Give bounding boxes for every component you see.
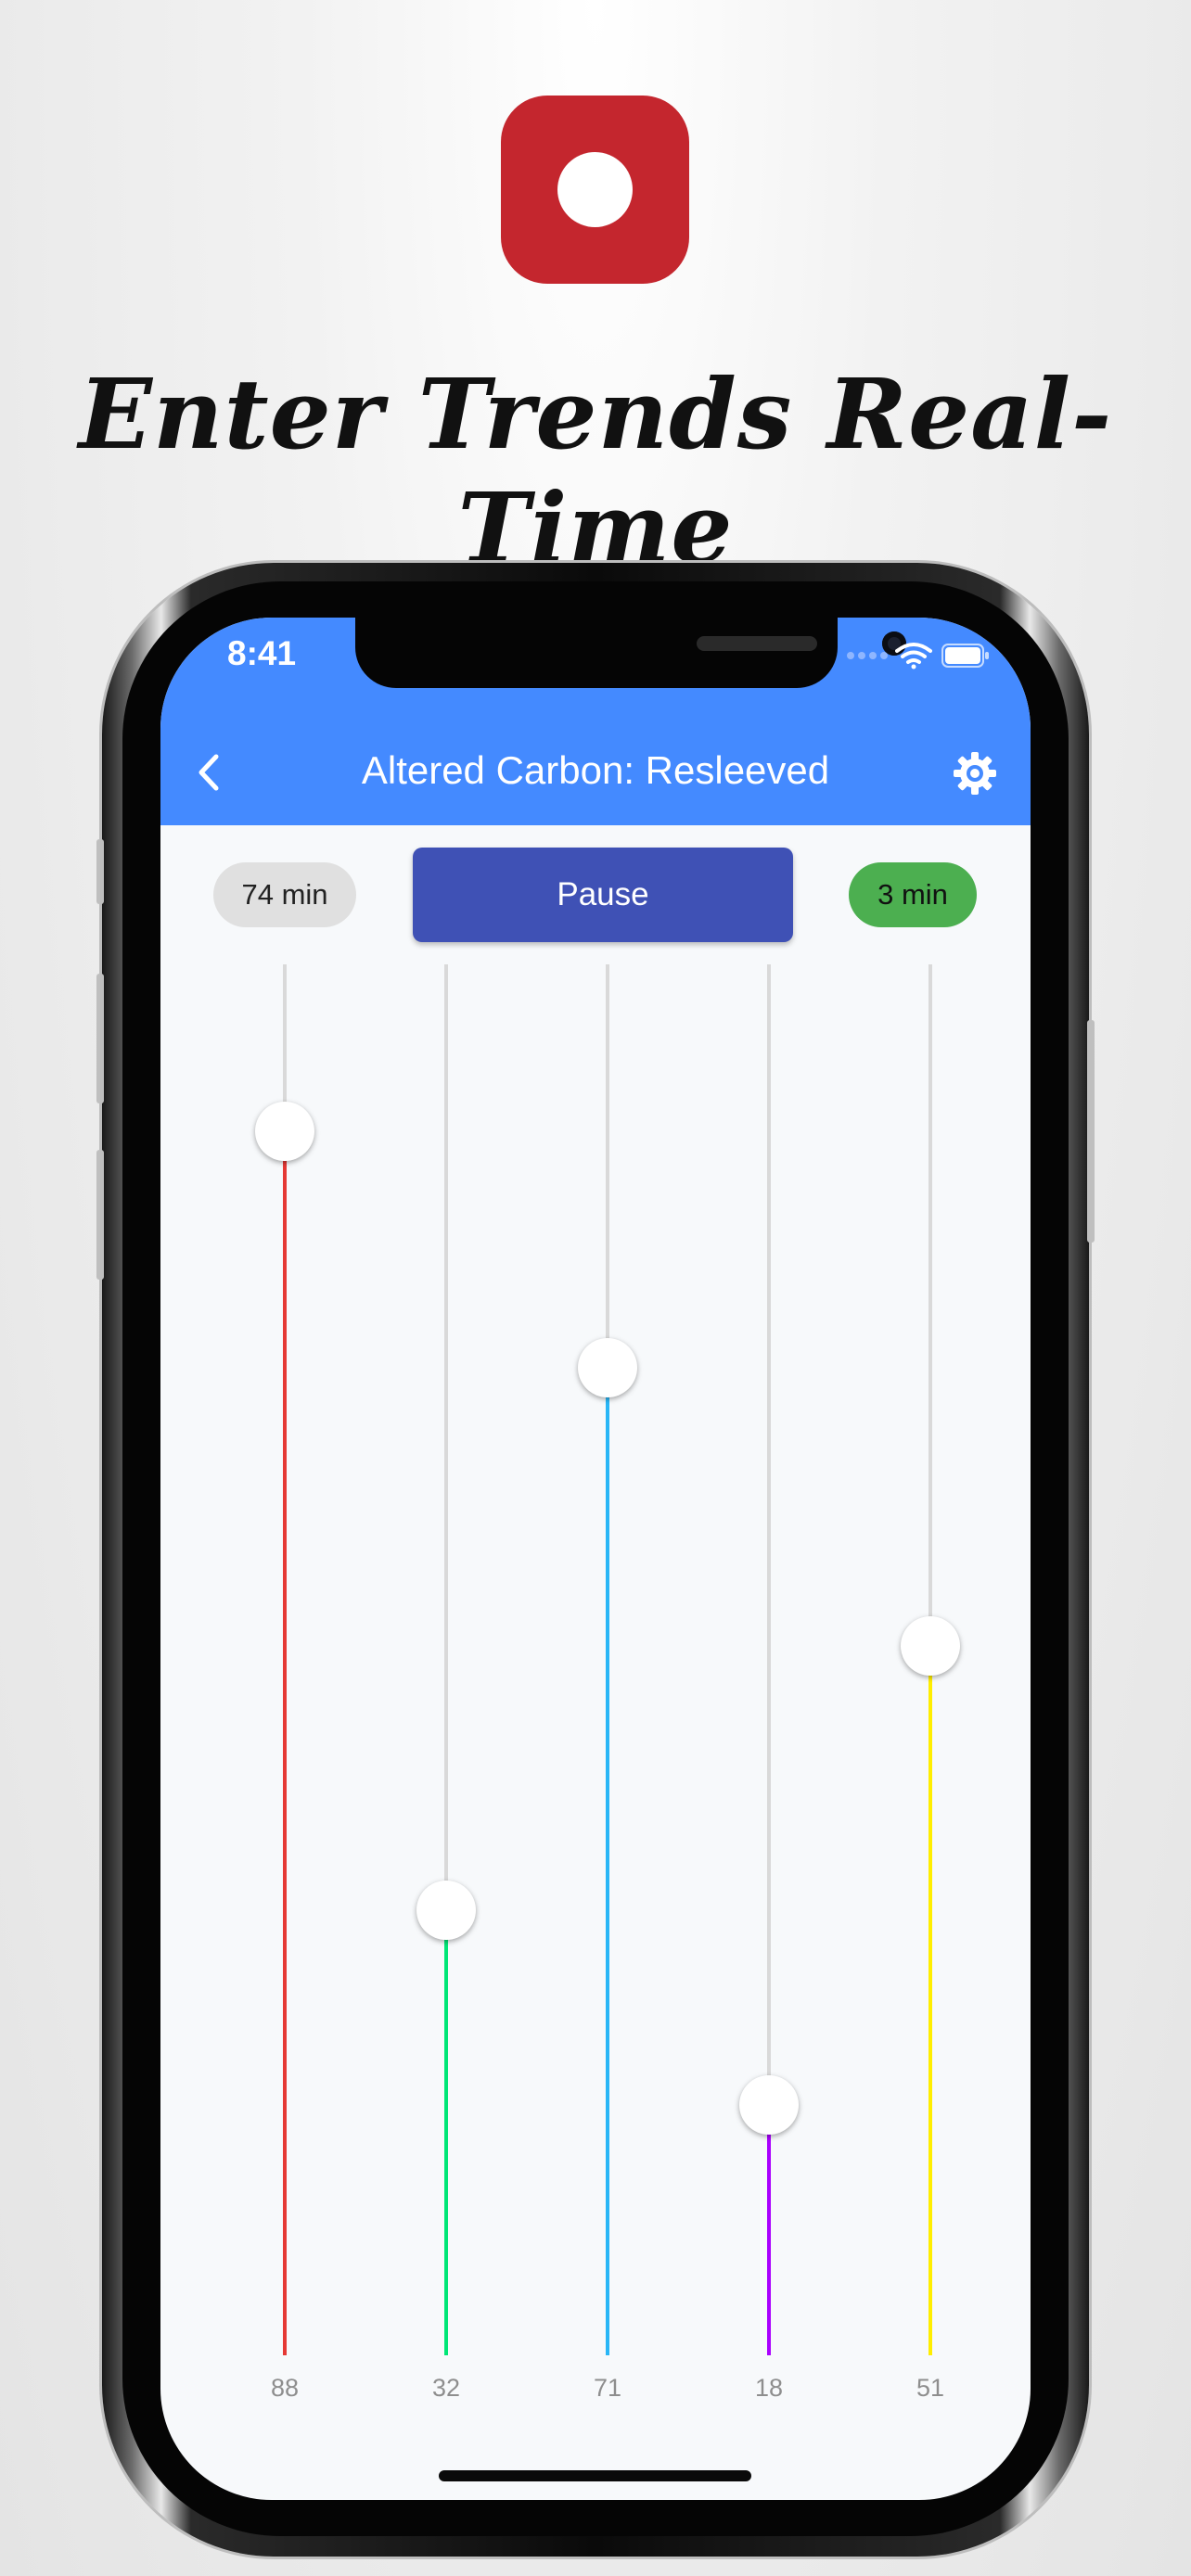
status-time: 8:41 <box>227 634 297 672</box>
notch <box>355 618 906 688</box>
slider-thumb[interactable] <box>416 1881 476 1940</box>
slider-fill <box>767 2105 771 2355</box>
slider-fill <box>283 1131 287 2355</box>
trend-slider[interactable]: 71 <box>552 964 663 2402</box>
phone-volume-down <box>96 1150 104 1280</box>
slider-thumb[interactable] <box>255 1102 314 1161</box>
slider-value-label: 51 <box>916 2374 945 2402</box>
trend-slider[interactable]: 51 <box>875 964 986 2402</box>
slider-value-label: 88 <box>270 2374 300 2402</box>
slider-value-label: 32 <box>431 2374 461 2402</box>
wifi-icon <box>895 643 932 670</box>
slider-fill <box>928 1646 932 2355</box>
trend-slider[interactable]: 88 <box>229 964 340 2402</box>
home-indicator[interactable] <box>439 2470 751 2481</box>
logo-dot <box>557 152 633 227</box>
trend-slider[interactable]: 32 <box>391 964 502 2402</box>
gear-icon[interactable] <box>951 749 999 797</box>
slider-fill <box>444 1910 448 2355</box>
slider-thumb[interactable] <box>901 1616 960 1676</box>
phone-mute-switch <box>96 839 104 904</box>
speaker-grille <box>697 636 817 651</box>
phone-power-button <box>1087 1020 1095 1243</box>
phone-volume-up <box>96 974 104 1103</box>
phone-screen: 8:41 Altered Carbon: Resleeved 74 min Pa… <box>160 618 1031 2500</box>
page-title: Altered Carbon: Resleeved <box>361 748 830 792</box>
trend-slider[interactable]: 18 <box>713 964 825 2402</box>
battery-icon <box>941 644 989 668</box>
app-bar: Altered Carbon: Resleeved <box>160 720 1031 825</box>
signal-icon <box>847 652 888 659</box>
slider-fill <box>606 1368 609 2355</box>
slider-value-label: 18 <box>754 2374 784 2402</box>
slider-thumb[interactable] <box>739 2075 799 2135</box>
remaining-time-badge: 3 min <box>849 862 977 927</box>
promo-headline: Enter Trends Real-Time <box>78 357 1113 585</box>
elapsed-time-badge: 74 min <box>213 862 356 927</box>
pause-button[interactable]: Pause <box>413 848 793 942</box>
slider-thumb[interactable] <box>578 1338 637 1397</box>
app-logo <box>501 96 689 284</box>
slider-value-label: 71 <box>593 2374 622 2402</box>
status-bar: 8:41 <box>160 618 1031 720</box>
